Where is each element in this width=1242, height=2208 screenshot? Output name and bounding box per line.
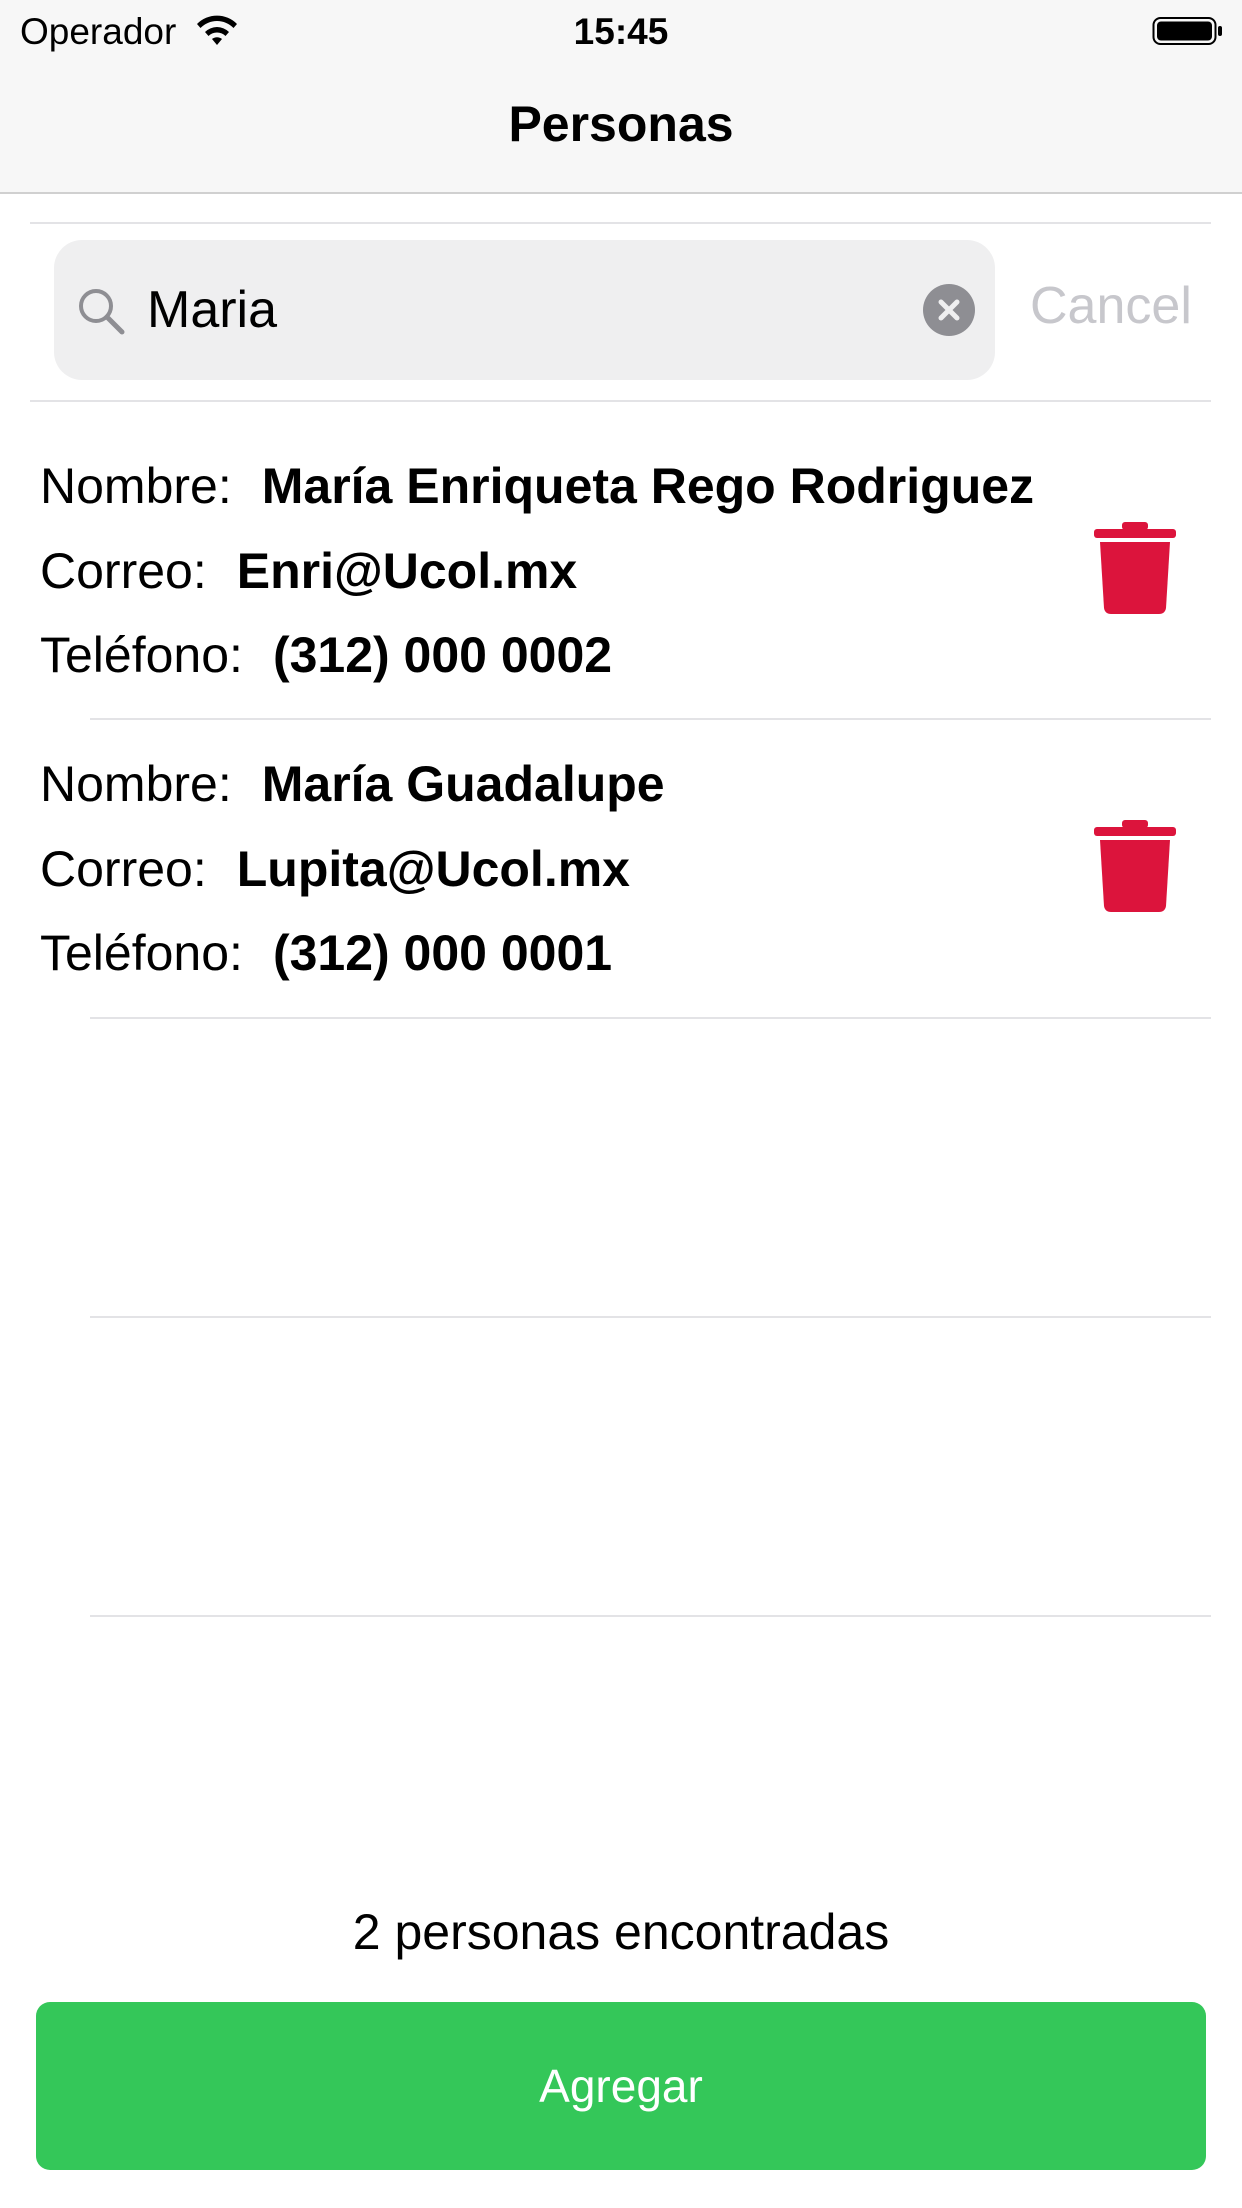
navigation-bar: Operador 15:45 Personas [0,0,1242,194]
status-time: 15:45 [573,11,669,52]
wifi-icon [197,15,237,45]
search-input[interactable]: Maria [54,240,995,380]
email-label: Correo: [40,841,207,897]
name-value: María Guadalupe [261,756,665,812]
clear-search-button[interactable] [923,284,975,336]
divider [90,1017,1211,1019]
battery-icon [1152,17,1222,45]
divider [30,222,1211,224]
phone-line: Teléfono: (312) 000 0001 [40,923,612,983]
phone-line: Teléfono: (312) 000 0002 [40,625,612,685]
search-query[interactable]: Maria [147,278,277,342]
name-label: Nombre: [40,458,232,514]
trash-icon[interactable] [1094,522,1176,614]
phone-value: (312) 000 0001 [272,925,613,981]
name-line: Nombre: María Guadalupe [40,754,665,814]
divider [90,1316,1211,1318]
close-icon [938,299,960,321]
email-value: Lupita@Ucol.mx [236,841,630,897]
email-line: Correo: Enri@Ucol.mx [40,541,577,601]
phone-label: Teléfono: [40,925,243,981]
email-label: Correo: [40,543,207,599]
add-button-label: Agregar [539,2060,703,2112]
phone-value: (312) 000 0002 [272,627,613,683]
trash-icon[interactable] [1094,820,1176,912]
page-title: Personas [508,96,734,152]
add-button[interactable]: Agregar [36,2002,1206,2170]
divider [90,1615,1211,1617]
cancel-button[interactable]: Cancel [1030,274,1192,338]
results-count: 2 personas encontradas [352,1904,890,1960]
search-icon [79,289,125,335]
carrier-name: Operador [20,11,177,52]
list-item[interactable]: Nombre: María Guadalupe Correo: Lupita@Uco… [0,720,1242,1018]
email-line: Correo: Lupita@Ucol.mx [40,839,630,899]
list-item[interactable]: Nombre: María Enriqueta Rego Rodriguez Co… [0,422,1242,720]
phone-label: Teléfono: [40,627,243,683]
name-line: Nombre: María Enriqueta Rego Rodriguez [40,456,1034,516]
name-value: María Enriqueta Rego Rodriguez [261,458,1035,514]
email-value: Enri@Ucol.mx [236,543,578,599]
divider [30,400,1211,402]
name-label: Nombre: [40,756,232,812]
